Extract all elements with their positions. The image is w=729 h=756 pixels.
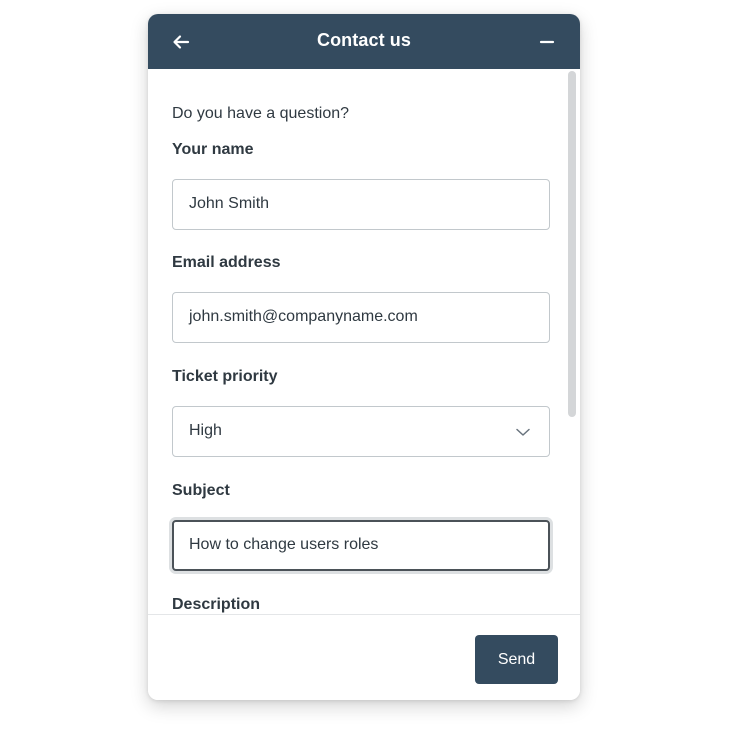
contact-widget: Contact us Do you have a question? Your … — [148, 14, 580, 700]
subject-field[interactable]: How to change users roles — [172, 520, 550, 571]
minus-icon[interactable] — [536, 31, 558, 53]
widget-header: Contact us — [148, 14, 580, 69]
priority-select[interactable]: High — [172, 406, 550, 457]
priority-label: Ticket priority — [172, 368, 278, 385]
description-label: Description — [172, 596, 261, 613]
email-label: Email address — [172, 254, 281, 271]
form-scrollbar-thumb[interactable] — [568, 71, 576, 417]
name-label: Your name — [172, 141, 254, 158]
chevron-down-icon — [516, 428, 530, 436]
name-field-value: John Smith — [189, 195, 270, 212]
email-field-value: john.smith@companyname.com — [189, 308, 418, 325]
email-field[interactable]: john.smith@companyname.com — [172, 292, 550, 343]
priority-selected-value: High — [189, 422, 222, 439]
widget-title: Contact us — [316, 30, 411, 50]
name-field[interactable]: John Smith — [172, 179, 550, 230]
form-intro-text: Do you have a question? — [172, 105, 350, 122]
form-body: Do you have a question? Your name John S… — [148, 69, 580, 614]
send-button[interactable]: Send — [475, 635, 558, 684]
subject-label: Subject — [172, 482, 230, 499]
widget-footer: Send — [148, 614, 580, 700]
subject-field-value: How to change users roles — [189, 536, 379, 553]
